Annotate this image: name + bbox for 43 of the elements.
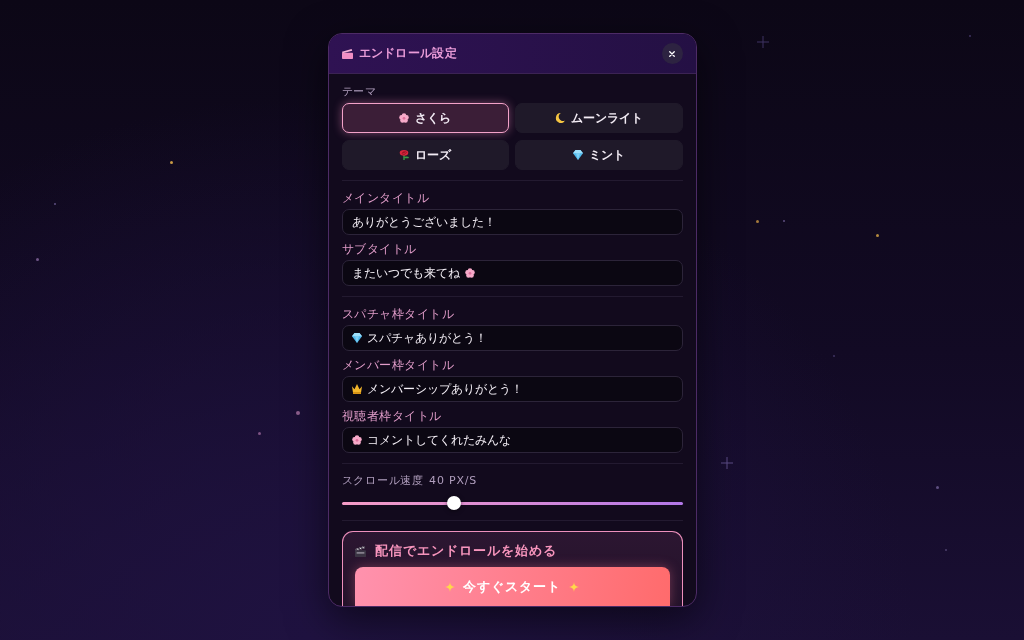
- dialog-title: エンドロール設定: [358, 45, 458, 62]
- text-field[interactable]: またいつでも来てね: [341, 260, 683, 286]
- theme-option[interactable]: ムーンライト: [515, 103, 683, 133]
- theme-option[interactable]: さくら: [341, 103, 509, 133]
- close-icon: [669, 50, 675, 57]
- close-button[interactable]: [661, 43, 683, 64]
- sparkle-icon: [721, 457, 733, 469]
- speed-label: スクロール速度: [341, 474, 425, 487]
- clapperboard-icon: [354, 545, 366, 557]
- text-field[interactable]: スパチャありがとう！: [341, 325, 683, 351]
- gem-icon: [351, 333, 362, 343]
- field-label: 視聴者枠タイトル: [341, 409, 442, 423]
- field-label: メインタイトル: [341, 191, 429, 205]
- speed-reading: 40 PX/S: [429, 474, 478, 487]
- blossom-icon: [399, 113, 410, 123]
- text-field[interactable]: ありがとうございました！: [341, 209, 683, 235]
- star-dot-icon: [258, 432, 261, 435]
- blossom-icon: [351, 435, 362, 445]
- star-dot-icon: [170, 161, 173, 164]
- card-title: 配信でエンドロールを始める: [374, 542, 557, 560]
- moon-icon: [554, 113, 565, 123]
- theme-label: テーマ: [341, 85, 376, 98]
- field-label: サブタイトル: [341, 242, 417, 256]
- sparkle-icon: [569, 581, 579, 592]
- rose-icon: [399, 150, 410, 160]
- sparkle-icon: [757, 36, 769, 48]
- star-dot-icon: [756, 220, 759, 223]
- field-label: メンバー枠タイトル: [341, 358, 454, 372]
- theme-option[interactable]: ミント: [515, 140, 683, 170]
- text-field[interactable]: コメントしてくれたみんな: [341, 427, 683, 453]
- star-dot-icon: [296, 411, 300, 415]
- slider-thumb[interactable]: [447, 496, 461, 510]
- clapper-icon: [341, 48, 353, 59]
- gem-icon: [572, 150, 583, 160]
- crown-icon: [351, 384, 362, 394]
- star-dot-icon: [876, 234, 879, 237]
- theme-option[interactable]: ローズ: [341, 140, 509, 170]
- field-label: スパチャ枠タイトル: [341, 307, 454, 321]
- star-dot-icon: [936, 486, 939, 489]
- star-dot-icon: [36, 258, 39, 261]
- blossom-icon: [464, 268, 475, 278]
- text-field[interactable]: メンバーシップありがとう！: [341, 376, 683, 402]
- sparkle-icon: [445, 581, 455, 592]
